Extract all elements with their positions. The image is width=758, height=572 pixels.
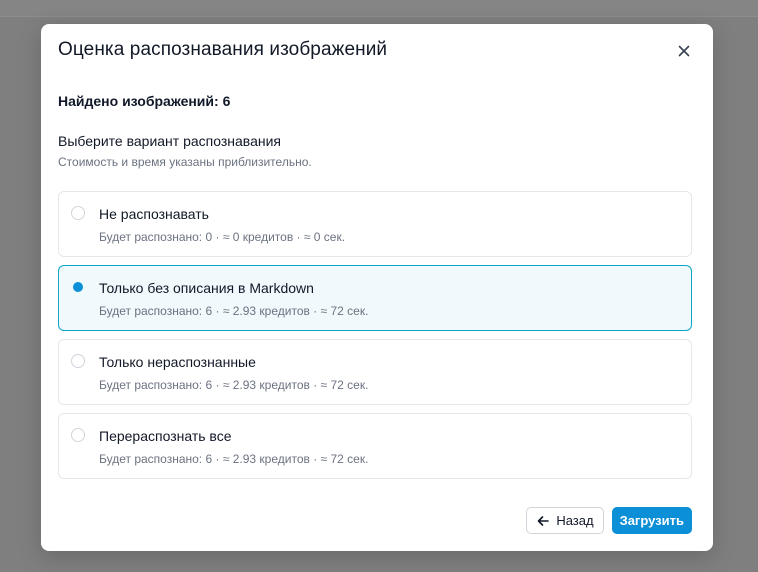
radio-button[interactable] <box>71 354 85 368</box>
back-button[interactable]: Назад <box>526 507 604 534</box>
recognition-options: Не распознавать Будет распознано: 0 · ≈ … <box>58 191 692 487</box>
arrow-left-icon <box>538 515 550 526</box>
radio-button-selected[interactable] <box>71 280 85 294</box>
back-button-label: Назад <box>556 513 594 528</box>
radio-button[interactable] <box>71 206 85 220</box>
close-icon <box>678 45 690 57</box>
option-label: Перераспознать все <box>99 428 232 444</box>
section-subtitle: Стоимость и время указаны приблизительно… <box>58 155 312 169</box>
recognition-dialog: Оценка распознавания изображений Найдено… <box>41 24 713 551</box>
upload-button[interactable]: Загрузить <box>611 507 692 534</box>
section-title: Выберите вариант распознавания <box>58 133 281 149</box>
page-backdrop-bar <box>0 0 758 17</box>
option-no-recognize[interactable]: Не распознавать Будет распознано: 0 · ≈ … <box>58 191 692 257</box>
radio-button[interactable] <box>71 428 85 442</box>
close-button[interactable] <box>675 42 693 60</box>
found-images-count: Найдено изображений: 6 <box>58 93 231 109</box>
option-description: Будет распознано: 6 · ≈ 2.93 кредитов · … <box>99 378 369 392</box>
option-description: Будет распознано: 6 · ≈ 2.93 кредитов · … <box>99 452 369 466</box>
option-description: Будет распознано: 6 · ≈ 2.93 кредитов · … <box>99 304 369 318</box>
option-label: Только без описания в Markdown <box>99 280 314 296</box>
dialog-footer: Назад Загрузить <box>526 507 692 534</box>
option-label: Только нераспознанные <box>99 354 256 370</box>
option-label: Не распознавать <box>99 206 209 222</box>
option-without-markdown[interactable]: Только без описания в Markdown Будет рас… <box>58 265 692 331</box>
option-unrecognized-only[interactable]: Только нераспознанные Будет распознано: … <box>58 339 692 405</box>
option-description: Будет распознано: 0 · ≈ 0 кредитов · ≈ 0… <box>99 230 346 244</box>
option-recognize-all[interactable]: Перераспознать все Будет распознано: 6 ·… <box>58 413 692 479</box>
dialog-title: Оценка распознавания изображений <box>58 39 388 60</box>
